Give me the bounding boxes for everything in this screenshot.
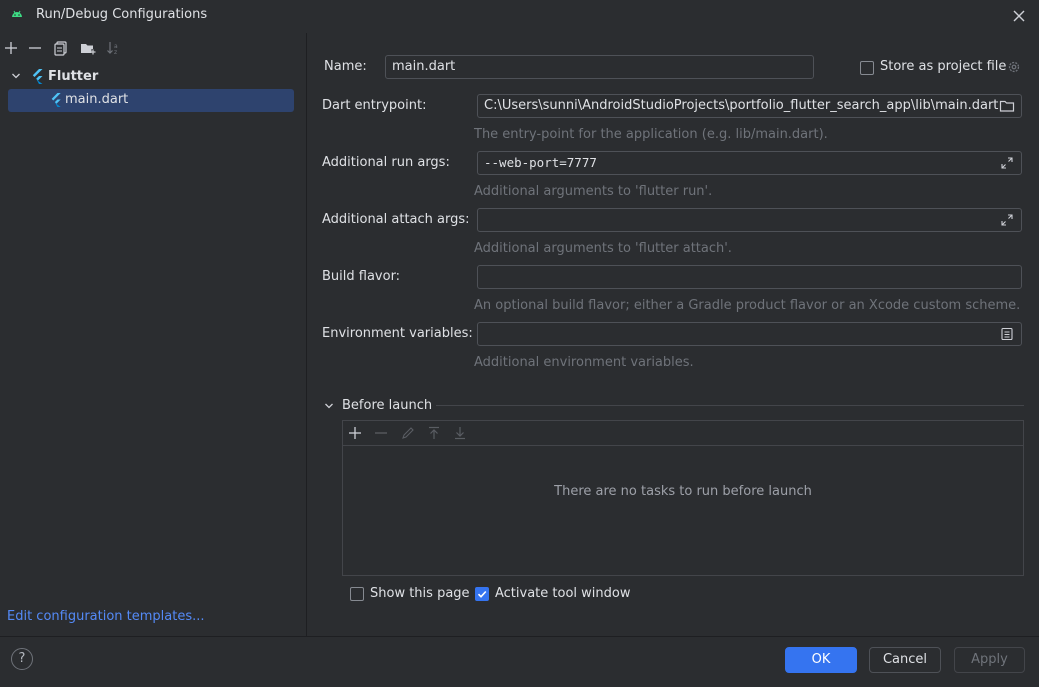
show-this-page-checkbox[interactable]	[350, 587, 364, 601]
build-flavor-field[interactable]	[477, 265, 1022, 289]
tree-group-flutter[interactable]: Flutter	[8, 66, 294, 88]
tree-group-label: Flutter	[48, 69, 99, 84]
activate-tool-window-checkbox[interactable]	[475, 587, 489, 601]
entrypoint-hint: The entry-point for the application (e.g…	[474, 127, 828, 142]
attach-args-hint: Additional arguments to 'flutter attach'…	[474, 241, 732, 256]
close-icon[interactable]	[1008, 5, 1030, 27]
browse-list-icon[interactable]	[999, 326, 1015, 342]
ok-button[interactable]: OK	[785, 647, 857, 673]
tree-item-label: main.dart	[65, 92, 129, 107]
configurations-sidebar	[0, 33, 307, 636]
section-divider	[436, 405, 1024, 406]
edit-templates-link[interactable]: Edit configuration templates...	[7, 609, 205, 624]
run-args-hint: Additional arguments to 'flutter run'.	[474, 184, 713, 199]
apply-button[interactable]: Apply	[954, 647, 1025, 673]
env-vars-field[interactable]	[477, 322, 1022, 346]
env-vars-label: Environment variables:	[322, 326, 473, 341]
edit-icon[interactable]	[400, 425, 416, 441]
entrypoint-field[interactable]: C:\Users\sunni\AndroidStudioProjects\por…	[477, 94, 1022, 118]
add-icon[interactable]	[2, 39, 20, 57]
before-launch-toolbar	[343, 421, 1023, 446]
run-args-label: Additional run args:	[322, 155, 450, 170]
attach-args-label: Additional attach args:	[322, 212, 470, 227]
sort-icon[interactable]: a z	[105, 39, 123, 57]
entrypoint-label: Dart entrypoint:	[322, 98, 427, 113]
move-down-icon[interactable]	[452, 425, 468, 441]
activate-tool-window-label[interactable]: Activate tool window	[495, 586, 630, 601]
copy-icon[interactable]	[52, 39, 70, 57]
empty-tasks-message: There are no tasks to run before launch	[554, 484, 812, 499]
expand-icon[interactable]	[999, 212, 1015, 228]
tree-item-main-dart[interactable]: main.dart	[8, 89, 294, 112]
attach-args-field[interactable]	[477, 208, 1022, 232]
svg-text:z: z	[114, 49, 117, 56]
name-field[interactable]: main.dart	[385, 55, 814, 79]
store-as-project-file-label[interactable]: Store as project file	[880, 59, 1006, 74]
help-button[interactable]: ?	[11, 648, 33, 670]
show-this-page-label[interactable]: Show this page	[370, 586, 470, 601]
folder-icon[interactable]	[999, 98, 1015, 114]
store-as-project-file-checkbox[interactable]	[860, 61, 874, 75]
checkmark-icon	[477, 590, 487, 598]
flutter-icon	[32, 69, 43, 84]
new-folder-icon[interactable]	[79, 39, 97, 57]
window-title: Run/Debug Configurations	[36, 7, 208, 22]
before-launch-title[interactable]: Before launch	[342, 398, 432, 413]
cancel-button[interactable]: Cancel	[869, 647, 941, 673]
android-icon	[12, 10, 22, 17]
remove-icon[interactable]	[373, 425, 389, 441]
move-up-icon[interactable]	[426, 425, 442, 441]
flutter-icon	[51, 93, 61, 107]
chevron-down-icon[interactable]	[324, 401, 334, 411]
build-flavor-hint: An optional build flavor; either a Gradl…	[474, 298, 1021, 313]
expand-icon[interactable]	[999, 155, 1015, 171]
name-label: Name:	[324, 59, 367, 74]
add-icon[interactable]	[347, 425, 363, 441]
remove-icon[interactable]	[26, 39, 44, 57]
gear-icon[interactable]	[1006, 59, 1022, 75]
env-vars-hint: Additional environment variables.	[474, 355, 694, 370]
chevron-down-icon[interactable]	[11, 71, 21, 81]
run-args-field[interactable]: --web-port=7777	[477, 151, 1022, 175]
build-flavor-label: Build flavor:	[322, 269, 401, 284]
